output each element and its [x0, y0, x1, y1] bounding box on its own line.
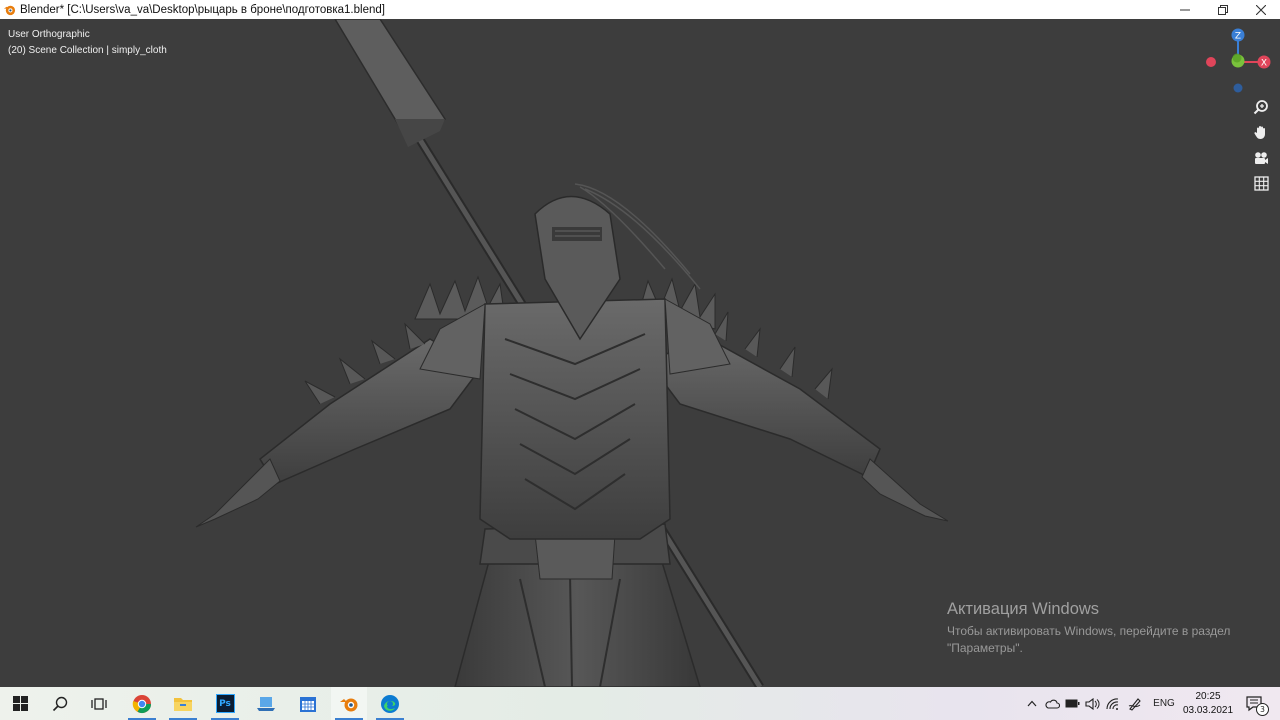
pen-icon [1128, 697, 1141, 711]
clock-time: 20:25 [1195, 691, 1221, 702]
wifi-icon [1106, 697, 1119, 710]
window-title: Blender* [C:\Users\va_va\Desktop\рыцарь … [20, 3, 385, 16]
taskbar-blender[interactable] [331, 687, 367, 720]
battery-icon [1065, 699, 1079, 708]
tray-pen[interactable] [1125, 687, 1145, 720]
window-title-bar: Blender* [C:\Users\va_va\Desktop\рыцарь … [0, 0, 1280, 19]
photoshop-label: Ps [219, 698, 231, 709]
tray-wifi[interactable] [1103, 687, 1121, 720]
task-view-button[interactable] [81, 687, 117, 720]
gizmo-x-label: X [1261, 59, 1267, 69]
file-explorer-icon [174, 697, 192, 711]
minimize-icon [1180, 9, 1190, 10]
collection-info: (20) Scene Collection | simply_cloth [8, 44, 167, 56]
chevron-up-icon [1027, 700, 1037, 707]
chrome-icon [132, 694, 151, 713]
restore-button[interactable] [1204, 0, 1242, 19]
taskbar-calendar[interactable] [290, 687, 326, 720]
search-icon [52, 696, 68, 711]
start-button[interactable] [2, 687, 38, 720]
taskbar-file-explorer[interactable] [165, 687, 201, 720]
task-view-icon [91, 697, 107, 710]
pan-hand-icon [1254, 126, 1265, 139]
edge-icon [381, 694, 399, 713]
grid-icon [1253, 175, 1269, 191]
volume-icon [1084, 697, 1099, 710]
taskbar-photoshop[interactable]: Ps [207, 687, 243, 720]
restore-icon [1218, 4, 1228, 15]
close-button[interactable] [1242, 0, 1280, 19]
tray-volume[interactable] [1083, 687, 1101, 720]
gizmo-z-label: Z [1235, 32, 1241, 42]
windows-activation-watermark: Активация Windows Чтобы активировать Win… [947, 600, 1230, 656]
cloud-icon [1044, 699, 1060, 709]
search-button[interactable] [42, 687, 78, 720]
taskbar-chrome[interactable] [124, 687, 160, 720]
tray-language[interactable]: ENG [1149, 687, 1179, 720]
zoom-icon [1253, 100, 1268, 115]
close-icon [1256, 4, 1266, 15]
blender-icon [340, 698, 358, 711]
activation-line1: Чтобы активировать Windows, перейдите в … [947, 624, 1231, 638]
zoom-tool[interactable] [1250, 96, 1272, 118]
notification-center-button[interactable]: 3 [1242, 687, 1269, 720]
windows-start-icon [12, 696, 28, 711]
gizmo-neg-z[interactable] [1233, 83, 1243, 93]
taskbar-laptop-app[interactable] [248, 687, 284, 720]
gizmo-neg-x[interactable] [1206, 57, 1216, 67]
3d-viewport[interactable]: User Orthographic (20) Scene Collection … [0, 19, 1280, 687]
calendar-icon [300, 696, 316, 712]
grid-tool[interactable] [1250, 172, 1272, 194]
tray-clock[interactable]: 20:25 03.03.2021 [1180, 690, 1236, 718]
activation-heading: Активация Windows [947, 600, 1100, 618]
laptop-icon [257, 696, 275, 711]
notification-count: 3 [1256, 703, 1269, 716]
photoshop-icon: Ps [215, 694, 235, 713]
activation-line2: "Параметры". [947, 640, 1023, 655]
navigation-gizmo[interactable]: Z X [1200, 25, 1278, 101]
camera-tool[interactable] [1250, 147, 1272, 169]
tray-overflow-button[interactable] [1024, 687, 1040, 720]
taskbar: Ps ENG 20:25 03.03.2021 3 [0, 687, 1280, 720]
clock-date: 03.03.2021 [1182, 705, 1234, 716]
tray-battery[interactable] [1063, 687, 1081, 720]
viewport-info: User Orthographic (20) Scene Collection … [8, 27, 167, 58]
minimize-button[interactable] [1166, 0, 1204, 19]
pan-tool[interactable] [1250, 121, 1272, 143]
taskbar-edge[interactable] [372, 687, 408, 720]
view-name: User Orthographic [8, 29, 90, 40]
knight-model[interactable] [0, 19, 1280, 687]
blender-app-icon [3, 5, 16, 16]
tray-onedrive[interactable] [1043, 687, 1061, 720]
camera-icon [1255, 152, 1268, 164]
